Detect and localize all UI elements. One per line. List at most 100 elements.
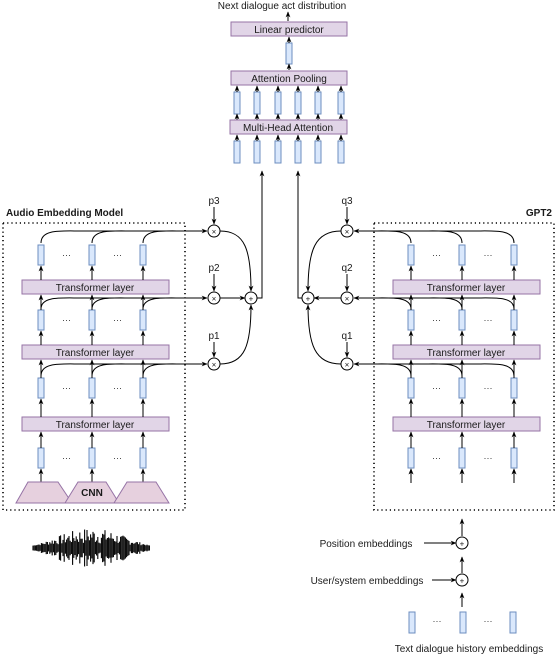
weight-p3: p3 (208, 196, 220, 207)
add-symbol: + (460, 577, 465, 586)
ellipsis: ··· (62, 453, 71, 463)
embedding-vector (407, 309, 415, 331)
embedding-vector (139, 377, 147, 399)
multiply-symbol: × (345, 361, 350, 370)
multi-head-attention-label: Multi-Head Attention (243, 123, 333, 134)
skip-connection (473, 297, 515, 310)
weight-p2: p2 (208, 263, 220, 274)
weight-q2: q2 (341, 263, 353, 274)
text-embedding-vector (408, 611, 416, 634)
user-system-embeddings-label: User/system embeddings (311, 576, 424, 587)
embedding-vector (233, 91, 241, 115)
ellipsis: ··· (484, 453, 493, 463)
ellipsis: ··· (62, 315, 71, 325)
attention-input-vectors (233, 134, 345, 164)
transformer-layer-label: Transformer layer (56, 283, 135, 294)
add-symbol: + (460, 540, 465, 549)
transformer-layer-label: Transformer layer (56, 348, 135, 359)
embedding-vector (294, 91, 302, 115)
skip-connection (142, 297, 184, 310)
embedding-vector (88, 244, 96, 266)
skip-connection (370, 230, 412, 244)
embedding-vector (458, 244, 466, 266)
embedding-vector (37, 377, 45, 399)
architecture-diagram: Next dialogue act distribution Linear pr… (2, 1, 555, 655)
attention-output-vectors (233, 85, 345, 120)
output-label: Next dialogue act distribution (218, 1, 346, 12)
skip-connection (40, 230, 82, 244)
embedding-vector (510, 244, 518, 266)
ellipsis: ··· (432, 250, 441, 260)
arrow (305, 304, 342, 365)
text-embedding-vector (459, 611, 467, 634)
transformer-layer-label: Transformer layer (427, 283, 506, 294)
embedding-vector (510, 447, 518, 469)
ellipsis: ··· (113, 250, 122, 260)
skip-connection (473, 230, 515, 244)
embedding-vector (510, 309, 518, 331)
arrow (295, 170, 302, 299)
embedding-vector (37, 244, 45, 266)
embedding-vector (139, 447, 147, 469)
text-input-embeddings: Position embeddings User/system embeddin… (311, 518, 543, 655)
gpt2-model: GPT2 ··· ··· ··· ··· ··· ··· ··· ··· Transformer… (373, 208, 555, 511)
embedding-vector (274, 91, 282, 115)
skip-connection (40, 363, 82, 377)
embedding-vector (458, 377, 466, 399)
embedding-vector (407, 447, 415, 469)
embedding-vector (337, 140, 345, 164)
embedding-vector (139, 244, 147, 266)
multiply-symbol: × (212, 361, 217, 370)
multiply-symbol: × (345, 295, 350, 304)
embedding-vector (37, 447, 45, 469)
embedding-vector (274, 140, 282, 164)
embedding-vector (294, 140, 302, 164)
transformer-layer-label: Transformer layer (427, 348, 506, 359)
arrow (219, 230, 254, 292)
embedding-vector (88, 447, 96, 469)
skip-connection (142, 363, 184, 377)
skip-connection (370, 297, 412, 310)
attention-pooling-label: Attention Pooling (251, 74, 327, 85)
skip-connection (91, 363, 133, 377)
transformer-layer-label: Transformer layer (427, 420, 506, 431)
skip-connection (421, 297, 463, 310)
weight-q1: q1 (341, 331, 353, 342)
embedding-vector (139, 309, 147, 331)
weight-q3: q3 (341, 196, 353, 207)
add-symbol: + (306, 295, 311, 304)
cnn-label: CNN (81, 488, 103, 499)
multiply-symbol: × (345, 228, 350, 237)
skip-connection (40, 297, 82, 310)
arrow (305, 230, 342, 292)
embedding-vector (314, 140, 322, 164)
add-symbol: + (249, 295, 254, 304)
arrow (219, 304, 254, 365)
cnn-block (15, 481, 73, 504)
ellipsis: ··· (113, 315, 122, 325)
embedding-vector (407, 244, 415, 266)
ellipsis: ··· (432, 383, 441, 393)
skip-connection (370, 363, 412, 377)
cnn-block (113, 481, 170, 504)
skip-connection (91, 230, 133, 244)
text-embedding-vector (509, 611, 517, 634)
linear-predictor-label: Linear predictor (254, 25, 324, 36)
position-embeddings-label: Position embeddings (320, 539, 413, 550)
ellipsis: ··· (432, 453, 441, 463)
embedding-vector (510, 377, 518, 399)
embedding-vector (314, 91, 322, 115)
embedding-vector (337, 91, 345, 115)
embedding-vector (253, 140, 261, 164)
skip-connection (421, 363, 463, 377)
gpt2-title: GPT2 (526, 208, 553, 219)
skip-connection (91, 297, 133, 310)
ellipsis: ··· (432, 315, 441, 325)
embedding-vector (233, 140, 241, 164)
embedding-vector (253, 91, 261, 115)
text-history-label: Text dialogue history embeddings (395, 644, 543, 655)
embedding-vector (37, 309, 45, 331)
ellipsis: ··· (433, 616, 442, 626)
skip-connection (142, 230, 184, 244)
audio-waveform-icon (32, 529, 150, 567)
